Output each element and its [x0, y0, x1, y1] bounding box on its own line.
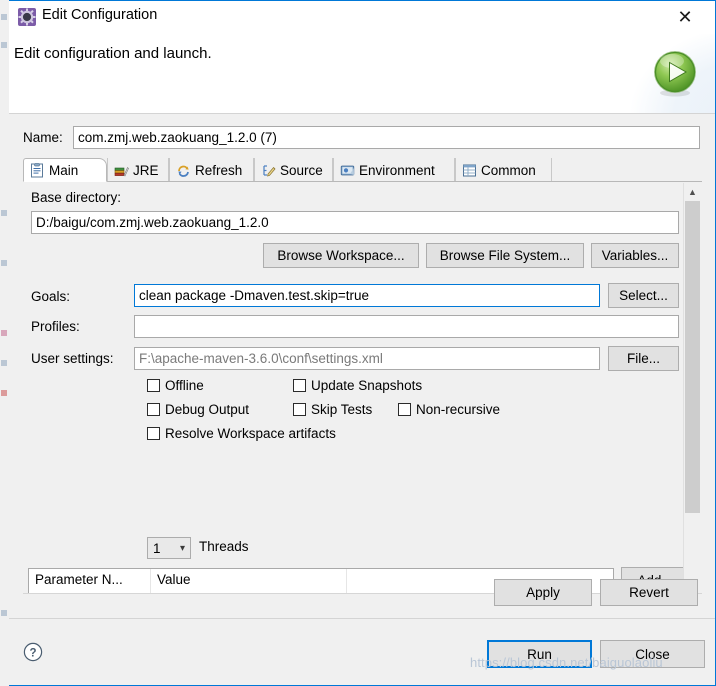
dialog-titlebar: Edit Configuration ✕ — [9, 1, 715, 34]
checkbox-box-icon — [398, 403, 411, 416]
checkbox-update-snapshots[interactable]: Update Snapshots — [293, 378, 422, 393]
column-header-parameter-name[interactable]: Parameter N... — [29, 569, 151, 593]
question-mark-help-icon[interactable]: ? — [23, 642, 43, 662]
refresh-arrows-icon — [176, 163, 191, 178]
tab-main[interactable]: Main — [23, 158, 107, 182]
dialog-subtitle: Edit configuration and launch. — [14, 45, 212, 62]
checkbox-debug-output[interactable]: Debug Output — [147, 402, 249, 417]
column-header-value[interactable]: Value — [151, 569, 347, 593]
chevron-up-icon[interactable]: ▲ — [684, 183, 701, 200]
checkbox-box-icon — [147, 427, 160, 440]
checkbox-label: Skip Tests — [311, 402, 373, 417]
configuration-tabs: Main JRE Refresh Source Environment Comm… — [23, 158, 702, 182]
ide-sliver-mark — [1, 360, 7, 366]
dialog-header-band: Edit configuration and launch. — [9, 34, 715, 113]
dialog-footer: ? Run Close — [9, 619, 715, 685]
edit-configuration-dialog: Edit Configuration ✕ Edit configuration … — [9, 0, 716, 686]
tab-label: Environment — [359, 162, 435, 178]
run-button[interactable]: Run — [487, 640, 592, 668]
checkbox-resolve-workspace-artifacts[interactable]: Resolve Workspace artifacts — [147, 426, 336, 441]
tab-refresh[interactable]: Refresh — [169, 158, 254, 182]
user-settings-file-button[interactable]: File... — [608, 346, 679, 371]
tab-label: Refresh — [195, 162, 243, 178]
svg-text:?: ? — [29, 647, 36, 659]
checkbox-label: Resolve Workspace artifacts — [165, 426, 336, 441]
user-settings-input[interactable] — [134, 347, 600, 370]
checkbox-offline[interactable]: Offline — [147, 378, 204, 393]
name-input[interactable] — [73, 126, 700, 149]
checkbox-label: Offline — [165, 378, 204, 393]
dialog-title: Edit Configuration — [42, 7, 158, 23]
chevron-down-icon: ▾ — [179, 542, 185, 554]
tab-label: Common — [481, 162, 536, 178]
dialog-body: Name: Main — [9, 114, 715, 685]
checkbox-non-recursive[interactable]: Non-recursive — [398, 402, 500, 417]
profiles-input[interactable] — [134, 315, 679, 338]
checkbox-skip-tests[interactable]: Skip Tests — [293, 402, 372, 417]
tab-environment[interactable]: Environment — [333, 158, 455, 182]
user-settings-label: User settings: — [31, 351, 114, 366]
tab-label: JRE — [133, 162, 159, 178]
tab-source[interactable]: Source — [254, 158, 333, 182]
source-pencil-icon — [261, 163, 276, 178]
name-label: Name: — [23, 130, 63, 145]
vertical-scrollbar[interactable]: ▲ ▼ — [683, 183, 701, 593]
checkbox-label: Debug Output — [165, 402, 250, 417]
threads-dropdown[interactable]: 1 ▾ — [147, 537, 191, 559]
checkbox-box-icon — [147, 403, 160, 416]
name-row: Name: — [23, 126, 702, 151]
checkbox-box-icon — [147, 379, 160, 392]
threads-value: 1 — [153, 540, 161, 556]
browse-file-system-button[interactable]: Browse File System... — [426, 243, 584, 268]
base-directory-label: Base directory: — [31, 190, 122, 205]
ide-sliver-mark — [1, 210, 7, 216]
document-lines-icon — [30, 162, 45, 178]
ide-sliver-mark — [1, 610, 7, 616]
threads-label: Threads — [199, 539, 249, 554]
variables-button[interactable]: Variables... — [591, 243, 679, 268]
goals-input[interactable] — [134, 284, 600, 307]
main-tab-panel: Base directory: Browse Workspace... Brow… — [23, 182, 702, 594]
base-directory-input[interactable] — [31, 211, 679, 234]
tab-label: Source — [280, 162, 323, 178]
checkbox-label: Non-recursive — [416, 402, 501, 417]
close-icon[interactable]: ✕ — [663, 1, 707, 33]
ide-sliver-mark — [1, 14, 7, 20]
common-table-icon — [462, 163, 477, 178]
gear-configuration-icon — [18, 8, 36, 26]
browse-workspace-button[interactable]: Browse Workspace... — [263, 243, 419, 268]
tab-label: Main — [49, 162, 79, 178]
checkbox-box-icon — [293, 379, 306, 392]
checkbox-label: Update Snapshots — [311, 378, 423, 393]
tab-common[interactable]: Common — [455, 158, 552, 182]
green-run-play-icon — [650, 48, 700, 98]
ide-sliver-mark — [1, 390, 7, 396]
scrollbar-thumb[interactable] — [685, 201, 700, 513]
close-button[interactable]: Close — [600, 640, 705, 668]
ide-sliver-mark — [1, 42, 7, 48]
goals-label: Goals: — [31, 289, 71, 304]
profiles-label: Profiles: — [31, 319, 80, 334]
revert-button[interactable]: Revert — [600, 579, 698, 606]
tab-jre[interactable]: JRE — [107, 158, 169, 182]
jre-books-icon — [114, 163, 129, 178]
environment-icon — [340, 163, 355, 178]
ide-sliver-mark — [1, 330, 7, 336]
checkbox-box-icon — [293, 403, 306, 416]
apply-button[interactable]: Apply — [494, 579, 592, 606]
ide-sliver-mark — [1, 260, 7, 266]
select-goals-button[interactable]: Select... — [608, 283, 679, 308]
